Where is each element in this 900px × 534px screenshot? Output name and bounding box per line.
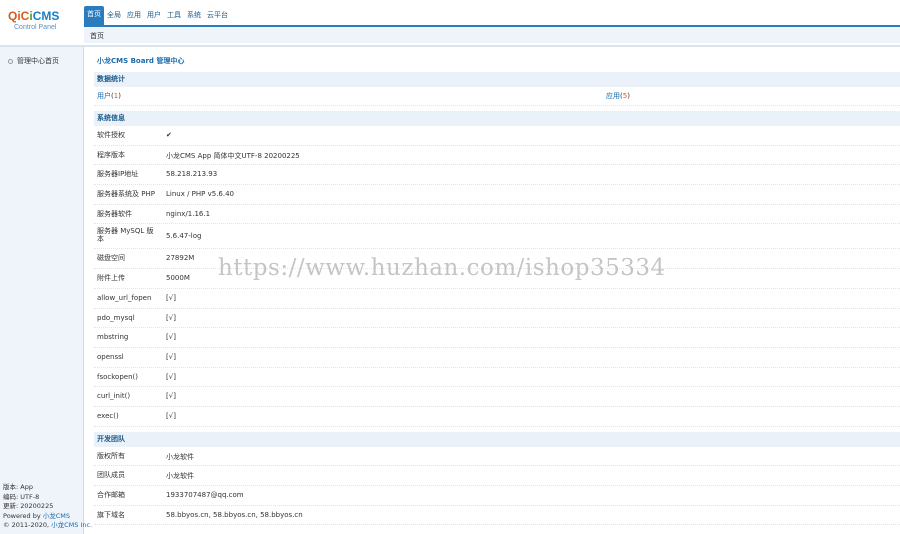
copyright-link[interactable]: 小龙CMS Inc. bbox=[51, 521, 92, 529]
sysinfo-heading: 系统信息 bbox=[94, 111, 900, 126]
info-row: mbstring [√] bbox=[94, 328, 900, 348]
info-value: nginx/1.16.1 bbox=[166, 209, 211, 218]
info-row: exec() [√] bbox=[94, 407, 900, 427]
info-value: [√] bbox=[166, 333, 176, 342]
charset-info: 编码: UTF-8 bbox=[3, 492, 40, 501]
info-value: Linux / PHP v5.6.40 bbox=[166, 190, 235, 199]
info-value: [√] bbox=[166, 293, 176, 302]
info-value: 1933707487@qq.com bbox=[166, 491, 244, 499]
info-row: 版权所有 小龙软件 bbox=[94, 447, 900, 467]
info-row: openssl [√] bbox=[94, 348, 900, 368]
info-value: 小龙CMS App 简体中文UTF-8 20200225 bbox=[166, 151, 300, 160]
info-label: mbstring bbox=[97, 333, 129, 342]
info-value: 5000M bbox=[166, 274, 190, 283]
logo-subtitle: Control Panel bbox=[14, 24, 57, 31]
nav-tab[interactable]: 应用 bbox=[124, 7, 144, 24]
info-row: curl_init() [√] bbox=[94, 387, 900, 407]
info-label: 程序版本 bbox=[97, 150, 125, 159]
users-stat: 用户(1) bbox=[97, 92, 121, 100]
info-row: allow_url_fopen [√] bbox=[94, 289, 900, 309]
info-row: 团队成员 小龙软件 bbox=[94, 466, 900, 486]
info-label: openssl bbox=[97, 352, 124, 361]
info-value: 小龙软件 bbox=[166, 472, 194, 481]
info-row: 磁盘空间 27892M bbox=[94, 249, 900, 270]
info-value: [√] bbox=[166, 411, 176, 420]
info-label: pdo_mysql bbox=[97, 313, 135, 322]
info-label: fsockopen() bbox=[97, 372, 138, 381]
powered-by-link[interactable]: 小龙CMS bbox=[43, 512, 70, 520]
breadcrumb: 首页 bbox=[84, 27, 900, 43]
sidebar-footer: 版本: App 编码: UTF-8 更新: 20200225 Powered b… bbox=[3, 483, 92, 531]
info-value: [√] bbox=[166, 352, 176, 361]
info-value: [√] bbox=[166, 313, 176, 322]
header: QiCiCMS Control Panel 首页 全局 应用 用户 工具 系统 云平台 首页 bbox=[0, 0, 900, 47]
info-value: 27892M bbox=[166, 254, 195, 263]
sysinfo-table: 软件授权 ✔ 程序版本 小龙CMS App 简体中文UTF-8 20200225 服务器… bbox=[94, 126, 900, 427]
sidebar: 管理中心首页 bbox=[0, 47, 84, 534]
stats-row: 用户(1) 应用(5) bbox=[94, 87, 900, 106]
info-label: 软件授权 bbox=[97, 131, 125, 139]
info-label: 附件上传 bbox=[97, 274, 125, 283]
info-label: curl_init() bbox=[97, 392, 131, 401]
nav-tab[interactable]: 用户 bbox=[144, 7, 164, 24]
info-label: 合作邮箱 bbox=[97, 491, 125, 499]
nav-tab[interactable]: 全局 bbox=[104, 7, 124, 24]
logo-text: QiCiCMS bbox=[8, 9, 60, 23]
info-row: pdo_mysql [√] bbox=[94, 309, 900, 329]
breadcrumb-item[interactable]: 首页 bbox=[90, 31, 104, 41]
nav-tab[interactable]: 系统 bbox=[184, 7, 204, 24]
info-value: 小龙软件 bbox=[166, 452, 194, 461]
users-count: 1 bbox=[113, 92, 119, 100]
check-icon: ✔ bbox=[166, 131, 172, 139]
info-value: 58.bbyos.cn, 58.bbyos.cn, 58.bbyos.cn bbox=[166, 510, 303, 519]
info-row: 程序版本 小龙CMS App 简体中文UTF-8 20200225 bbox=[94, 146, 900, 166]
info-label: 版权所有 bbox=[97, 451, 125, 460]
version-info: 版本: App bbox=[3, 483, 33, 491]
update-info: 更新: 20200225 bbox=[3, 502, 54, 511]
nav-tab[interactable]: 云平台 bbox=[204, 7, 231, 24]
users-link[interactable]: 用户 bbox=[97, 92, 111, 100]
info-row: 合作邮箱 1933707487@qq.com bbox=[94, 486, 900, 506]
info-label: allow_url_fopen bbox=[97, 293, 152, 302]
info-label: exec() bbox=[97, 411, 119, 420]
sidebar-item-home[interactable]: 管理中心首页 bbox=[8, 56, 59, 66]
info-label: 磁盘空间 bbox=[97, 254, 125, 263]
page-title: 小龙CMS Board 管理中心 bbox=[97, 57, 185, 65]
apps-link[interactable]: 应用 bbox=[606, 92, 620, 100]
info-row: 服务器IP地址 58.218.213.93 bbox=[94, 165, 900, 186]
info-value: [√] bbox=[166, 392, 176, 401]
header-divider bbox=[0, 45, 900, 47]
stats-heading: 数据统计 bbox=[94, 72, 900, 87]
info-row: 服务器软件 nginx/1.16.1 bbox=[94, 205, 900, 225]
info-row: 服务器 MySQL 版本 5.6.47-log bbox=[94, 224, 900, 250]
copyright: © 2011-2020, 小龙CMS Inc. bbox=[3, 521, 93, 530]
info-row: 服务器系统及 PHP Linux / PHP v5.6.40 bbox=[94, 185, 900, 205]
info-label: 服务器IP地址 bbox=[97, 170, 139, 179]
team-table: 版权所有 小龙软件 团队成员 小龙软件 合作邮箱 1933707487@qq.com 旗下域… bbox=[94, 447, 900, 526]
info-label: 团队成员 bbox=[97, 471, 125, 480]
info-row: 软件授权 ✔ bbox=[94, 126, 900, 146]
info-row: 附件上传 5000M bbox=[94, 269, 900, 289]
nav-tab[interactable]: 首页 bbox=[84, 6, 104, 25]
apps-stat: 应用(5) bbox=[606, 92, 630, 100]
top-nav: 首页 全局 应用 用户 工具 系统 云平台 bbox=[84, 6, 231, 25]
logo[interactable]: QiCiCMS Control Panel bbox=[8, 9, 84, 31]
info-value: 5.6.47-log bbox=[166, 232, 202, 241]
nav-tab[interactable]: 工具 bbox=[164, 7, 184, 24]
info-label: 服务器系统及 PHP bbox=[97, 190, 155, 199]
info-row: fsockopen() [√] bbox=[94, 368, 900, 388]
info-value: 58.218.213.93 bbox=[166, 170, 218, 179]
team-heading: 开发团队 bbox=[94, 431, 900, 447]
info-label: 服务器 MySQL 版本 bbox=[97, 227, 154, 244]
powered-by: Powered by 小龙CMS bbox=[3, 511, 71, 520]
main-content: 小龙CMS Board 管理中心 数据统计 用户(1) 应用(5) 系统信息 软… bbox=[94, 50, 900, 526]
info-value: [√] bbox=[166, 372, 176, 381]
apps-count: 5 bbox=[622, 92, 628, 100]
info-row: 旗下域名 58.bbyos.cn, 58.bbyos.cn, 58.bbyos.c… bbox=[94, 506, 900, 526]
info-label: 旗下域名 bbox=[97, 510, 125, 519]
info-label: 服务器软件 bbox=[97, 209, 132, 218]
